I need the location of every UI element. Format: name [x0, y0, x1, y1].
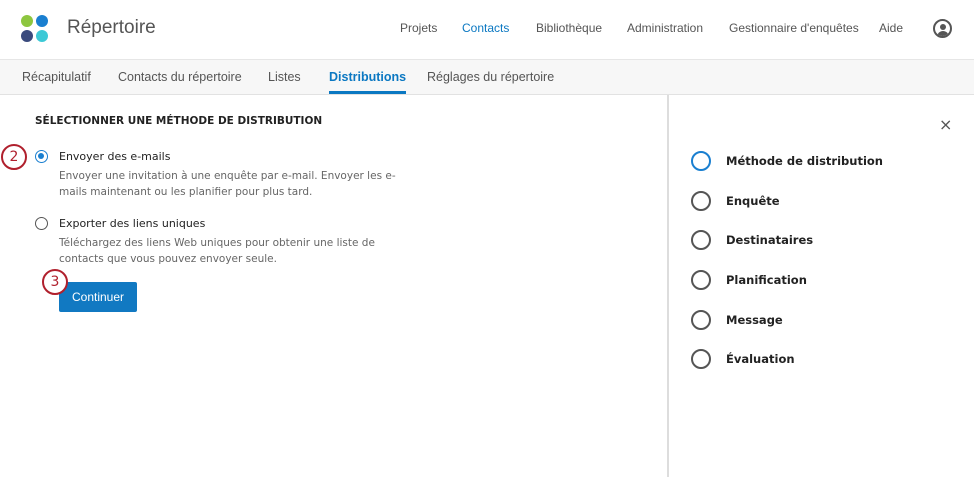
nav-aide[interactable]: Aide [879, 21, 903, 35]
tab-listes[interactable]: Listes [268, 70, 301, 91]
step-circle-icon [691, 230, 711, 250]
section-title: SÉLECTIONNER UNE MÉTHODE DE DISTRIBUTION [35, 115, 323, 127]
nav-administration[interactable]: Administration [627, 21, 703, 35]
nav-gestionnaire[interactable]: Gestionnaire d'enquêtes [729, 21, 859, 35]
option-label-emails[interactable]: Envoyer des e-mails [59, 150, 170, 163]
nav-contacts[interactable]: Contacts [462, 21, 509, 35]
tab-distributions[interactable]: Distributions [329, 70, 407, 94]
nav-projets[interactable]: Projets [400, 21, 437, 35]
nav-bibliotheque[interactable]: Bibliothèque [536, 21, 602, 35]
app-logo[interactable] [21, 15, 49, 43]
user-avatar-icon[interactable] [933, 19, 952, 38]
step-circle-icon [691, 151, 711, 171]
step-badge-3: 3 [42, 269, 68, 295]
steps-panel: × Méthode de distribution Enquête Destin… [667, 95, 974, 477]
tab-bar: Récapitulatif Contacts du répertoire Lis… [0, 59, 974, 95]
app-title: Répertoire [67, 17, 156, 38]
radio-export-links[interactable] [35, 217, 48, 230]
top-header: Répertoire Projets Contacts Bibliothèque… [0, 0, 974, 59]
option-desc-emails: Envoyer une invitation à une enquête par… [59, 170, 396, 198]
tab-reglages[interactable]: Réglages du répertoire [427, 70, 554, 91]
close-icon[interactable]: × [939, 115, 952, 134]
step-badge-2: 2 [1, 144, 27, 170]
continue-button[interactable]: Continuer [59, 282, 137, 312]
tab-contacts-repertoire[interactable]: Contacts du répertoire [118, 70, 242, 91]
option-label-links[interactable]: Exporter des liens uniques [59, 217, 205, 230]
step-circle-icon [691, 270, 711, 290]
step-circle-icon [691, 349, 711, 369]
tab-recapitulatif[interactable]: Récapitulatif [22, 70, 91, 91]
option-desc-links: Téléchargez des liens Web uniques pour o… [59, 237, 375, 265]
radio-send-emails[interactable] [35, 150, 48, 163]
step-circle-icon [691, 191, 711, 211]
step-circle-icon [691, 310, 711, 330]
